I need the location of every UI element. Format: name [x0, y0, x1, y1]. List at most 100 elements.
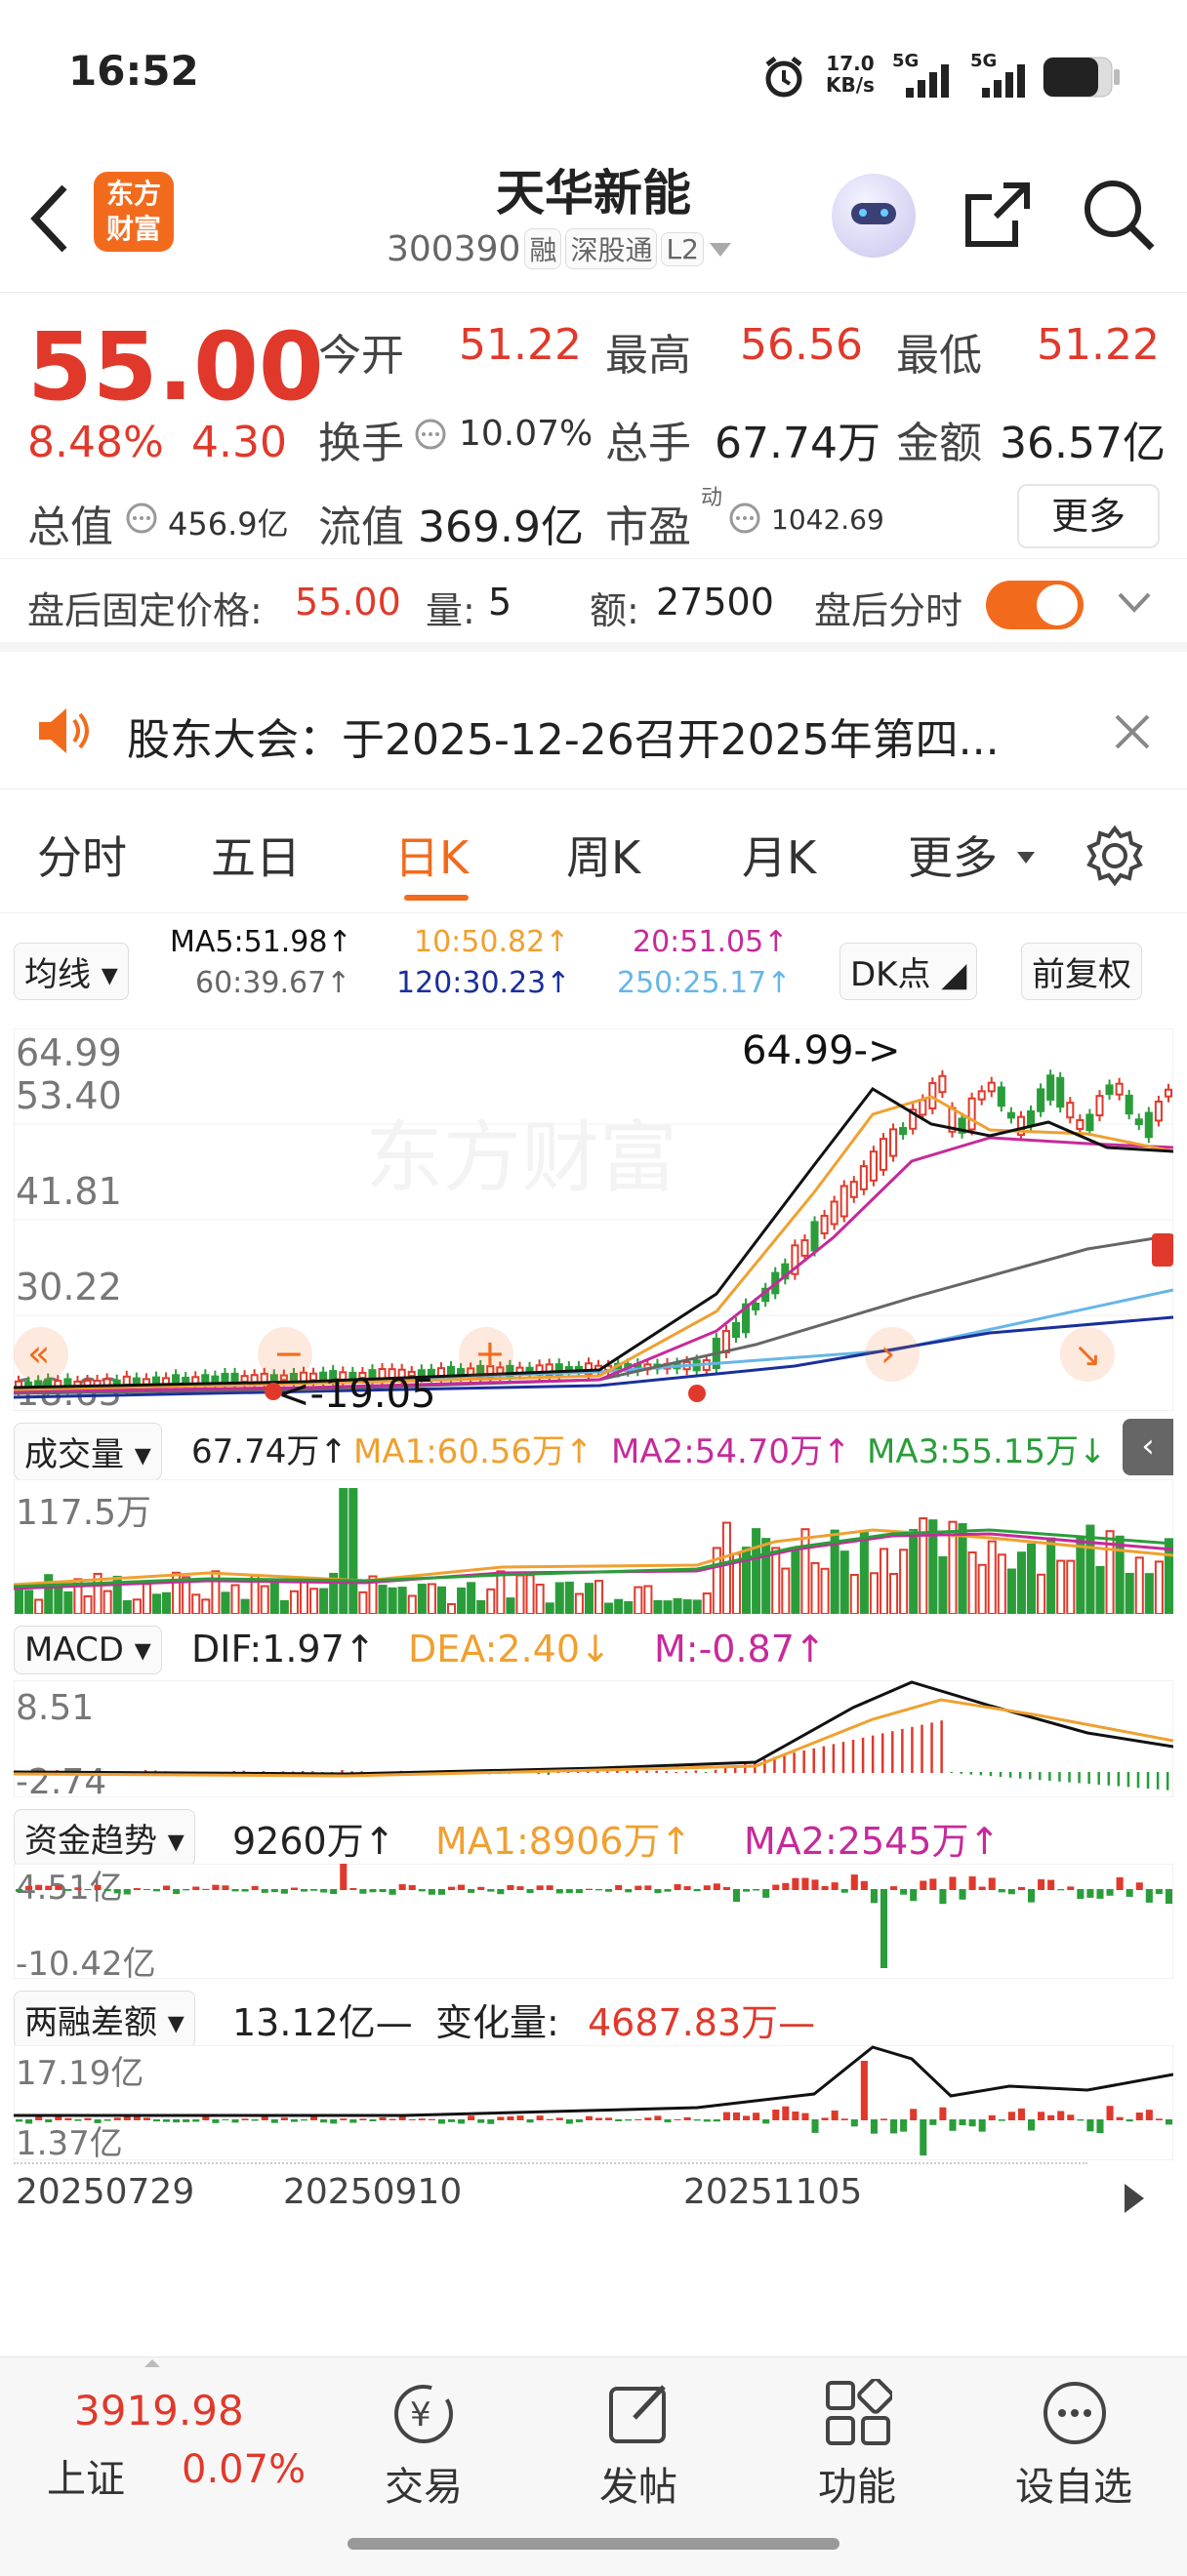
ai-assistant-icon[interactable] — [832, 174, 916, 258]
stock-code-row[interactable]: 300390 融 深股通 L2 — [387, 228, 733, 269]
ma5-text: MA5:51.98↑ — [170, 925, 352, 959]
sell-marker-icon[interactable] — [1152, 1233, 1173, 1267]
fund-bar — [398, 1884, 406, 1890]
nav-trade[interactable]: 交易 — [326, 2455, 521, 2512]
close-icon[interactable] — [1113, 712, 1152, 751]
fund-bar — [546, 1885, 553, 1890]
date-axis — [14, 2162, 1087, 2172]
fund-trend-panel[interactable]: 4.51亿 -10.42亿 — [14, 1864, 1173, 1979]
fund-bar — [261, 1889, 268, 1893]
notice-bar[interactable]: 股东大会：于2025-12-26召开2025年第四... — [0, 673, 1187, 788]
volume-bar — [574, 1592, 584, 1614]
macd-bar — [675, 1771, 678, 1773]
ma60-text: 60:39.67↑ — [195, 966, 351, 1000]
tab-five-day[interactable]: 五日 — [211, 823, 301, 887]
macd-panel[interactable]: 8.51 -2.74 — [14, 1680, 1173, 1797]
volume-bar — [977, 1563, 987, 1614]
volume-bar — [839, 1550, 849, 1614]
search-icon[interactable] — [1080, 176, 1158, 254]
margin-bar — [900, 2119, 908, 2132]
kline-panel[interactable]: 东方财富 64.99 53.40 41.81 30.22 18.63 64.99… — [14, 1028, 1173, 1411]
candle — [879, 1138, 888, 1171]
margin-bar — [1126, 2119, 1133, 2122]
tab-weekly-k[interactable]: 周K — [566, 823, 640, 887]
after-hours-toggle[interactable] — [986, 581, 1084, 629]
volume-panel[interactable]: 117.5万 — [14, 1479, 1173, 1614]
margin-bar — [732, 2112, 741, 2120]
nav-add-watchlist[interactable]: 设自选 — [976, 2455, 1171, 2512]
volume-bar — [54, 1585, 63, 1614]
candle — [1026, 1110, 1036, 1127]
macd-bar — [1078, 1772, 1081, 1784]
tag-l2: L2 — [661, 231, 704, 266]
macd-select[interactable]: MACD ▾ — [14, 1626, 162, 1674]
margin-select[interactable]: 两融差额 ▾ — [14, 1991, 195, 2048]
dk-point-button[interactable]: DK点 ◢ — [839, 943, 978, 1000]
last-price: 55.00 — [27, 312, 324, 422]
volume-bar — [34, 1598, 44, 1614]
adjust-button[interactable]: 前复权 — [1021, 943, 1142, 1000]
margin-bar — [163, 2119, 171, 2122]
volume-bar — [938, 1555, 948, 1614]
fund-bar — [792, 1877, 799, 1890]
info-icon[interactable] — [414, 418, 447, 451]
fund-bar — [693, 1889, 701, 1892]
margin-bar — [133, 2116, 141, 2120]
ma-select[interactable]: 均线 ▾ — [14, 943, 129, 1000]
macd-bar — [704, 1772, 708, 1773]
fund-bar — [811, 1879, 819, 1890]
gear-icon[interactable] — [1084, 825, 1146, 887]
candle — [889, 1128, 898, 1157]
margin-bar — [113, 2117, 121, 2120]
fund-bar — [379, 1889, 387, 1893]
info-icon[interactable] — [728, 502, 761, 535]
fund-bar — [762, 1889, 770, 1898]
margin-bar — [173, 2119, 181, 2123]
fund-bar — [349, 1887, 357, 1890]
margin-bar — [526, 2119, 534, 2123]
ma20-text: 20:51.05↑ — [633, 925, 789, 959]
margin-bar — [418, 2118, 426, 2120]
nav-function[interactable]: 功能 — [759, 2455, 955, 2512]
kline-y-label: 53.40 — [16, 1074, 122, 1117]
tab-daily-k[interactable]: 日K — [394, 823, 469, 887]
share-icon[interactable] — [961, 178, 1035, 252]
fund-bar — [625, 1889, 633, 1893]
fund-bar — [595, 1889, 603, 1891]
more-button[interactable]: 更多 — [1017, 484, 1160, 548]
event-dot[interactable] — [688, 1385, 706, 1402]
fund-bar — [1027, 1889, 1036, 1903]
chevron-down-icon[interactable] — [1117, 590, 1152, 616]
macd-dea: DEA:2.40↓ — [408, 1628, 611, 1670]
margin-panel[interactable]: 17.19亿 1.37亿 — [14, 2045, 1173, 2160]
fund-bar — [753, 1889, 760, 1891]
tab-intraday[interactable]: 分时 — [37, 823, 127, 887]
volume-bar — [721, 1521, 731, 1614]
margin-bar — [722, 2112, 730, 2120]
info-icon[interactable] — [125, 502, 158, 535]
candle — [1134, 1118, 1143, 1126]
volume-select[interactable]: 成交量 ▾ — [14, 1423, 162, 1480]
volume-bar — [820, 1567, 830, 1614]
volume-bar — [142, 1583, 151, 1614]
nav-post[interactable]: 发帖 — [541, 2455, 736, 2512]
volume-bar — [122, 1599, 132, 1614]
speaker-icon — [39, 708, 89, 753]
collapse-indicators-button[interactable]: ‹ — [1123, 1419, 1173, 1475]
volume-bar — [269, 1582, 279, 1614]
fund-bar — [320, 1889, 328, 1893]
margin-bar — [477, 2119, 485, 2123]
index-value[interactable]: 3919.98 — [74, 2387, 244, 2435]
tab-monthly-k[interactable]: 月K — [742, 823, 816, 887]
fund-select[interactable]: 资金趋势 ▾ — [14, 1809, 195, 1867]
macd-bar — [999, 1772, 1003, 1777]
tab-more[interactable]: 更多 — [908, 823, 998, 887]
play-icon[interactable] — [1109, 2174, 1158, 2223]
fund-bar — [929, 1878, 937, 1890]
margin-bar — [634, 2118, 642, 2120]
event-dot[interactable] — [265, 1383, 282, 1400]
fund-bar — [183, 1889, 190, 1891]
macd-bar — [822, 1746, 826, 1773]
chart-area: 均线 ▾ MA5:51.98↑ 10:50.82↑ 20:51.05↑ 60:3… — [0, 913, 1187, 2309]
fund-bar — [340, 1864, 348, 1890]
